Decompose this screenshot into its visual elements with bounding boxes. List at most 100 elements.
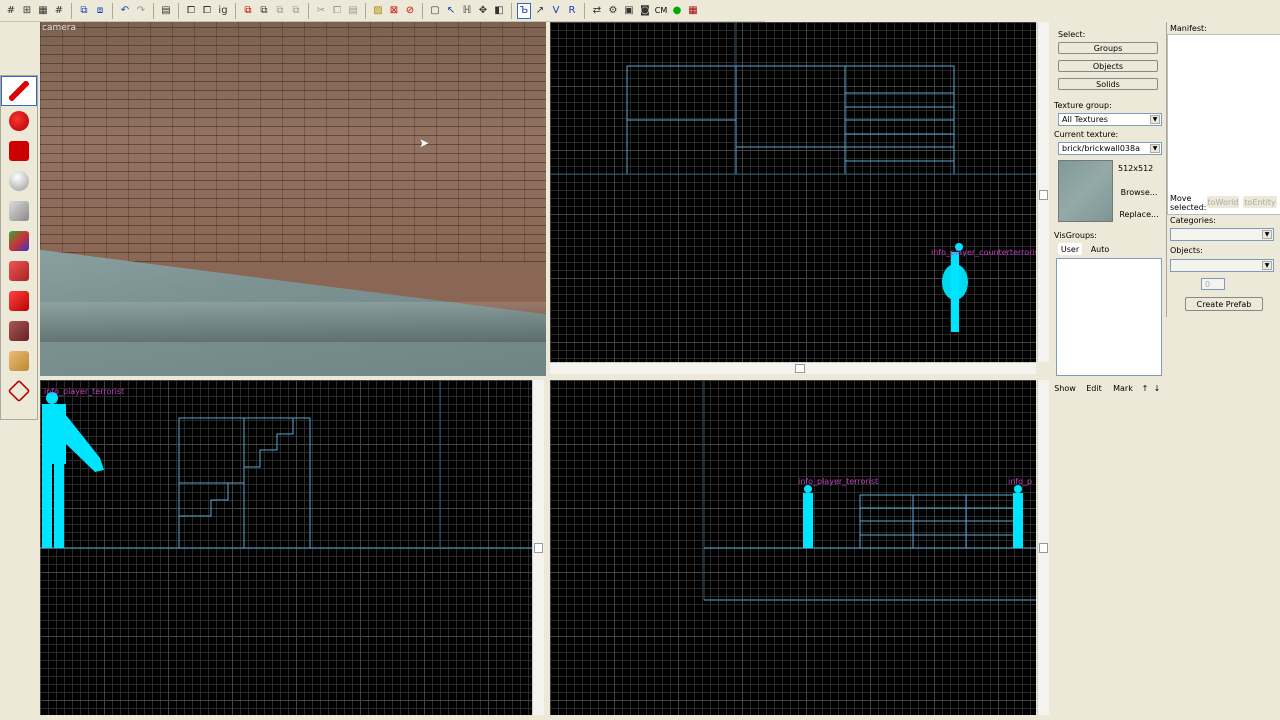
copy-icon[interactable]: ⧉ bbox=[257, 3, 271, 19]
film-icon[interactable]: ▣ bbox=[622, 3, 636, 19]
move-selected-label: Move selected: bbox=[1170, 194, 1207, 212]
side-view-viewport[interactable]: info_player_terrorist bbox=[40, 380, 532, 715]
toolbar-separator bbox=[178, 2, 179, 19]
chevron-down-icon[interactable]: ▼ bbox=[1150, 115, 1160, 124]
copy-icon[interactable]: ⧠ bbox=[200, 3, 214, 19]
h-icon[interactable]: ℍ bbox=[460, 3, 474, 19]
group-icon[interactable]: ⧉ bbox=[77, 3, 91, 19]
undo-icon[interactable]: ↶ bbox=[118, 3, 132, 19]
v-icon[interactable]: V bbox=[549, 3, 563, 19]
front-view-viewport[interactable]: info_player_terrorist info_p bbox=[550, 380, 1036, 715]
texture-tool-icon[interactable] bbox=[1, 226, 37, 256]
current-texture-select[interactable]: brick/brickwall038a ▼ bbox=[1058, 142, 1162, 155]
compile-icon[interactable]: ⚙ bbox=[606, 3, 620, 19]
block-tool-icon[interactable] bbox=[1, 136, 37, 166]
chevron-down-icon[interactable]: ▼ bbox=[1262, 261, 1272, 270]
panel-splitter-handle[interactable] bbox=[1039, 190, 1048, 200]
cm-button[interactable]: CM bbox=[654, 3, 668, 19]
mark-button[interactable]: Mark bbox=[1110, 382, 1136, 395]
decal-tool-icon[interactable] bbox=[1, 286, 37, 316]
paste-icon[interactable]: ⧉ bbox=[289, 3, 303, 19]
solids-button[interactable]: Solids bbox=[1058, 78, 1158, 90]
no-icon[interactable]: ⊘ bbox=[403, 3, 417, 19]
copy-icon[interactable]: ⧉ bbox=[273, 3, 287, 19]
side-view-vscroll[interactable] bbox=[532, 380, 544, 715]
green-icon[interactable]: ● bbox=[670, 3, 684, 19]
current-texture-value: brick/brickwall038a bbox=[1062, 144, 1140, 153]
tab-user[interactable]: User bbox=[1058, 243, 1082, 255]
grid-icon[interactable]: # bbox=[4, 3, 18, 19]
groups-button[interactable]: Groups bbox=[1058, 42, 1158, 54]
rotate-icon[interactable]: ◧ bbox=[492, 3, 506, 19]
edit-button[interactable]: Edit bbox=[1082, 382, 1106, 395]
overlay-tool-icon[interactable] bbox=[1, 256, 37, 286]
copy-icon[interactable]: ⧠ bbox=[330, 3, 344, 19]
toolbar-separator bbox=[365, 2, 366, 19]
main-toolbar: # ⊞ ▦ # ⧉ ⧈ ↶ ↷ ▤ ⧠ ⧠ ig ⧉ ⧉ ⧉ ⧉ ✂ ⧠ ▤ ▨… bbox=[0, 0, 765, 22]
cube-tool-icon[interactable] bbox=[1, 196, 37, 226]
texture-group-select[interactable]: All Textures ▼ bbox=[1058, 113, 1162, 126]
r-icon[interactable]: R bbox=[565, 3, 579, 19]
manifest-list[interactable] bbox=[1167, 34, 1280, 215]
crosshair-icon[interactable]: ⊠ bbox=[387, 3, 401, 19]
entity-label-terrorist-2: info_player_terrorist bbox=[798, 477, 879, 486]
visgroups-list[interactable] bbox=[1056, 258, 1162, 376]
create-prefab-button[interactable]: Create Prefab bbox=[1185, 297, 1263, 311]
toolbar-separator bbox=[511, 2, 512, 19]
select-label: Select: bbox=[1058, 30, 1086, 39]
categories-select[interactable]: ▼ bbox=[1170, 228, 1274, 241]
front-view-geometry bbox=[703, 380, 1036, 601]
grid-icon[interactable]: ▦ bbox=[36, 3, 50, 19]
to-entity-button[interactable]: toEntity bbox=[1243, 196, 1277, 208]
pointer-icon[interactable]: ↖ bbox=[444, 3, 458, 19]
replace-button[interactable]: Replace... bbox=[1118, 208, 1160, 220]
grid-icon[interactable]: # bbox=[52, 3, 66, 19]
hammer-editor-window: # ⊞ ▦ # ⧉ ⧈ ↶ ↷ ▤ ⧠ ⧠ ig ⧉ ⧉ ⧉ ⧉ ✂ ⧠ ▤ ▨… bbox=[0, 0, 1280, 720]
entity-tool-icon[interactable] bbox=[1, 106, 37, 136]
d-icon[interactable]: Ъ bbox=[517, 2, 531, 19]
move-down-icon[interactable]: ↓ bbox=[1152, 382, 1162, 395]
select-icon[interactable]: ▢ bbox=[428, 3, 442, 19]
browse-button[interactable]: Browse... bbox=[1118, 186, 1160, 198]
manifest-panel: Manifest: Move selected: toWorld toEntit… bbox=[1166, 22, 1280, 317]
count-stepper[interactable]: 0 bbox=[1201, 278, 1225, 290]
show-button[interactable]: Show bbox=[1052, 382, 1078, 395]
objects-select[interactable]: ▼ bbox=[1170, 259, 1274, 272]
objects-button[interactable]: Objects bbox=[1058, 60, 1158, 72]
front-view-vscroll[interactable] bbox=[1037, 380, 1049, 715]
tab-auto[interactable]: Auto bbox=[1086, 243, 1114, 255]
ig-icon[interactable]: ig bbox=[216, 3, 230, 19]
to-world-button[interactable]: toWorld bbox=[1207, 196, 1239, 208]
apply-tool-icon[interactable] bbox=[1, 316, 37, 346]
side-view-geometry bbox=[40, 380, 532, 549]
top-view-hscroll[interactable] bbox=[550, 362, 1036, 374]
swap-icon[interactable]: ⇄ bbox=[590, 3, 604, 19]
sphere-tool-icon[interactable] bbox=[1, 166, 37, 196]
paste-icon[interactable]: ▤ bbox=[346, 3, 360, 19]
camera-viewport[interactable]: camera ➤ bbox=[40, 22, 546, 376]
unread-icon[interactable]: ▦ bbox=[686, 3, 700, 19]
camera-icon[interactable]: ◙ bbox=[638, 3, 652, 19]
chevron-down-icon[interactable]: ▼ bbox=[1150, 144, 1160, 153]
vertex-tool-icon[interactable] bbox=[1, 376, 37, 406]
move-up-icon[interactable]: ↑ bbox=[1140, 382, 1150, 395]
copy-icon[interactable]: ⧠ bbox=[184, 3, 198, 19]
clip-tool-icon[interactable] bbox=[1, 346, 37, 376]
paste-icon[interactable]: ▤ bbox=[159, 3, 173, 19]
chevron-down-icon[interactable]: ▼ bbox=[1262, 230, 1272, 239]
texture-size-text: 512x512 bbox=[1118, 164, 1154, 173]
hazard-icon[interactable]: ▨ bbox=[371, 3, 385, 19]
top-view-viewport[interactable]: info_player_counterterrorist bbox=[550, 22, 1036, 362]
cut-icon[interactable]: ⧉ bbox=[241, 3, 255, 19]
categories-label: Categories: bbox=[1170, 216, 1216, 225]
texture-group-label: Texture group: bbox=[1054, 101, 1112, 110]
texture-preview bbox=[1058, 160, 1113, 222]
pencil-tool-icon[interactable] bbox=[1, 76, 37, 106]
redo-icon[interactable]: ↷ bbox=[134, 3, 148, 19]
grid-icon[interactable]: ⊞ bbox=[20, 3, 34, 19]
rotate-icon[interactable]: ↗ bbox=[533, 3, 547, 19]
group-icon[interactable]: ⧈ bbox=[93, 3, 107, 19]
visgroups-label: VisGroups: bbox=[1054, 231, 1097, 240]
cut-icon[interactable]: ✂ bbox=[314, 3, 328, 19]
move-icon[interactable]: ✥ bbox=[476, 3, 490, 19]
